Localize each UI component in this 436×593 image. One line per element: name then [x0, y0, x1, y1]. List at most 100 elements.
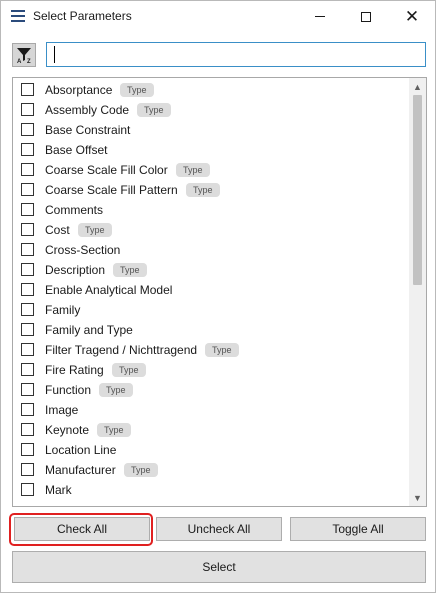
checkbox[interactable]	[21, 103, 34, 116]
parameter-label: Enable Analytical Model	[45, 283, 173, 297]
checkbox[interactable]	[21, 363, 34, 376]
list-item[interactable]: Function Type	[13, 380, 408, 400]
maximize-button[interactable]	[343, 1, 389, 32]
checkbox[interactable]	[21, 203, 34, 216]
parameter-label: Coarse Scale Fill Color	[45, 163, 168, 177]
scroll-up-icon[interactable]: ▲	[409, 78, 426, 95]
list-icon	[11, 10, 25, 22]
checkbox[interactable]	[21, 483, 34, 496]
minimize-button[interactable]	[297, 1, 343, 32]
checkbox[interactable]	[21, 423, 34, 436]
type-badge: Type	[176, 163, 210, 177]
parameter-label: Family and Type	[45, 323, 133, 337]
list-item[interactable]: Manufacturer Type	[13, 460, 408, 480]
parameter-list[interactable]: Absorptance Type Assembly Code Type Base Con…	[12, 77, 427, 507]
parameter-rows: Absorptance Type Assembly Code Type Base Con…	[13, 80, 408, 500]
parameter-label: Mark	[45, 483, 72, 497]
checkbox[interactable]	[21, 463, 34, 476]
type-badge: Type	[78, 223, 112, 237]
checkbox[interactable]	[21, 183, 34, 196]
parameter-label: Location Line	[45, 443, 117, 457]
parameter-label: Image	[45, 403, 79, 417]
list-item[interactable]: Description Type	[13, 260, 408, 280]
sort-a-z-icon: A Z	[17, 48, 31, 64]
checkbox[interactable]	[21, 443, 34, 456]
type-badge: Type	[120, 83, 154, 97]
checkbox[interactable]	[21, 243, 34, 256]
select-button[interactable]: Select	[12, 551, 426, 583]
uncheck-all-button[interactable]: Uncheck All	[156, 517, 282, 541]
scrollbar-thumb[interactable]	[413, 95, 422, 285]
scroll-down-icon[interactable]: ▼	[409, 489, 426, 506]
minimize-icon	[315, 16, 325, 17]
parameter-label: Cost	[45, 223, 70, 237]
list-item[interactable]: Image	[13, 400, 408, 420]
parameter-label: Base Constraint	[45, 123, 131, 137]
parameter-label: Fire Rating	[45, 363, 104, 377]
list-item[interactable]: Mark	[13, 480, 408, 500]
type-badge: Type	[113, 263, 147, 277]
parameter-label: Coarse Scale Fill Pattern	[45, 183, 178, 197]
parameter-label: Cross-Section	[45, 243, 121, 257]
list-item[interactable]: Filter Tragend / Nichttragend Type	[13, 340, 408, 360]
select-parameters-dialog: Select Parameters ✕ A Z Absorptance Type A…	[0, 0, 436, 593]
checkbox[interactable]	[21, 143, 34, 156]
type-badge: Type	[137, 103, 171, 117]
type-badge: Type	[186, 183, 220, 197]
list-item[interactable]: Base Offset	[13, 140, 408, 160]
list-item[interactable]: Coarse Scale Fill Pattern Type	[13, 180, 408, 200]
parameter-label: Manufacturer	[45, 463, 116, 477]
checkbox[interactable]	[21, 323, 34, 336]
list-item[interactable]: Cross-Section	[13, 240, 408, 260]
parameter-label: Filter Tragend / Nichttragend	[45, 343, 198, 357]
search-input[interactable]	[46, 42, 426, 67]
parameter-label: Function	[45, 383, 92, 397]
type-badge: Type	[205, 343, 239, 357]
checkbox[interactable]	[21, 343, 34, 356]
title-bar: Select Parameters ✕	[1, 1, 435, 32]
svg-text:A: A	[17, 59, 22, 64]
sort-button[interactable]: A Z	[12, 43, 36, 67]
parameter-label: Family	[45, 303, 81, 317]
parameter-label: Assembly Code	[45, 103, 130, 117]
list-item[interactable]: Keynote Type	[13, 420, 408, 440]
type-badge: Type	[99, 383, 133, 397]
svg-text:Z: Z	[27, 59, 31, 64]
list-item[interactable]: Fire Rating Type	[13, 360, 408, 380]
vertical-scrollbar[interactable]: ▲ ▼	[409, 78, 426, 506]
list-item[interactable]: Family and Type	[13, 320, 408, 340]
check-all-button[interactable]: Check All	[14, 517, 150, 541]
checkbox[interactable]	[21, 163, 34, 176]
list-item[interactable]: Base Constraint	[13, 120, 408, 140]
list-item[interactable]: Comments	[13, 200, 408, 220]
checkbox[interactable]	[21, 263, 34, 276]
checkbox[interactable]	[21, 383, 34, 396]
parameter-label: Keynote	[45, 423, 90, 437]
close-icon: ✕	[404, 7, 420, 26]
type-badge: Type	[112, 363, 146, 377]
list-item[interactable]: Coarse Scale Fill Color Type	[13, 160, 408, 180]
parameter-label: Base Offset	[45, 143, 108, 157]
list-item[interactable]: Enable Analytical Model	[13, 280, 408, 300]
checkbox[interactable]	[21, 223, 34, 236]
checkbox[interactable]	[21, 123, 34, 136]
toggle-all-button[interactable]: Toggle All	[290, 517, 426, 541]
close-button[interactable]: ✕	[389, 1, 435, 32]
text-caret	[54, 46, 55, 63]
parameter-label: Absorptance	[45, 83, 113, 97]
type-badge: Type	[97, 423, 131, 437]
parameter-label: Comments	[45, 203, 104, 217]
list-item[interactable]: Location Line	[13, 440, 408, 460]
checkbox[interactable]	[21, 403, 34, 416]
list-item[interactable]: Assembly Code Type	[13, 100, 408, 120]
list-item[interactable]: Family	[13, 300, 408, 320]
checkbox[interactable]	[21, 303, 34, 316]
parameter-label: Description	[45, 263, 106, 277]
checkbox[interactable]	[21, 283, 34, 296]
list-item[interactable]: Absorptance Type	[13, 80, 408, 100]
window-title: Select Parameters	[33, 9, 132, 23]
type-badge: Type	[124, 463, 158, 477]
list-item[interactable]: Cost Type	[13, 220, 408, 240]
checkbox[interactable]	[21, 83, 34, 96]
maximize-icon	[361, 11, 371, 22]
